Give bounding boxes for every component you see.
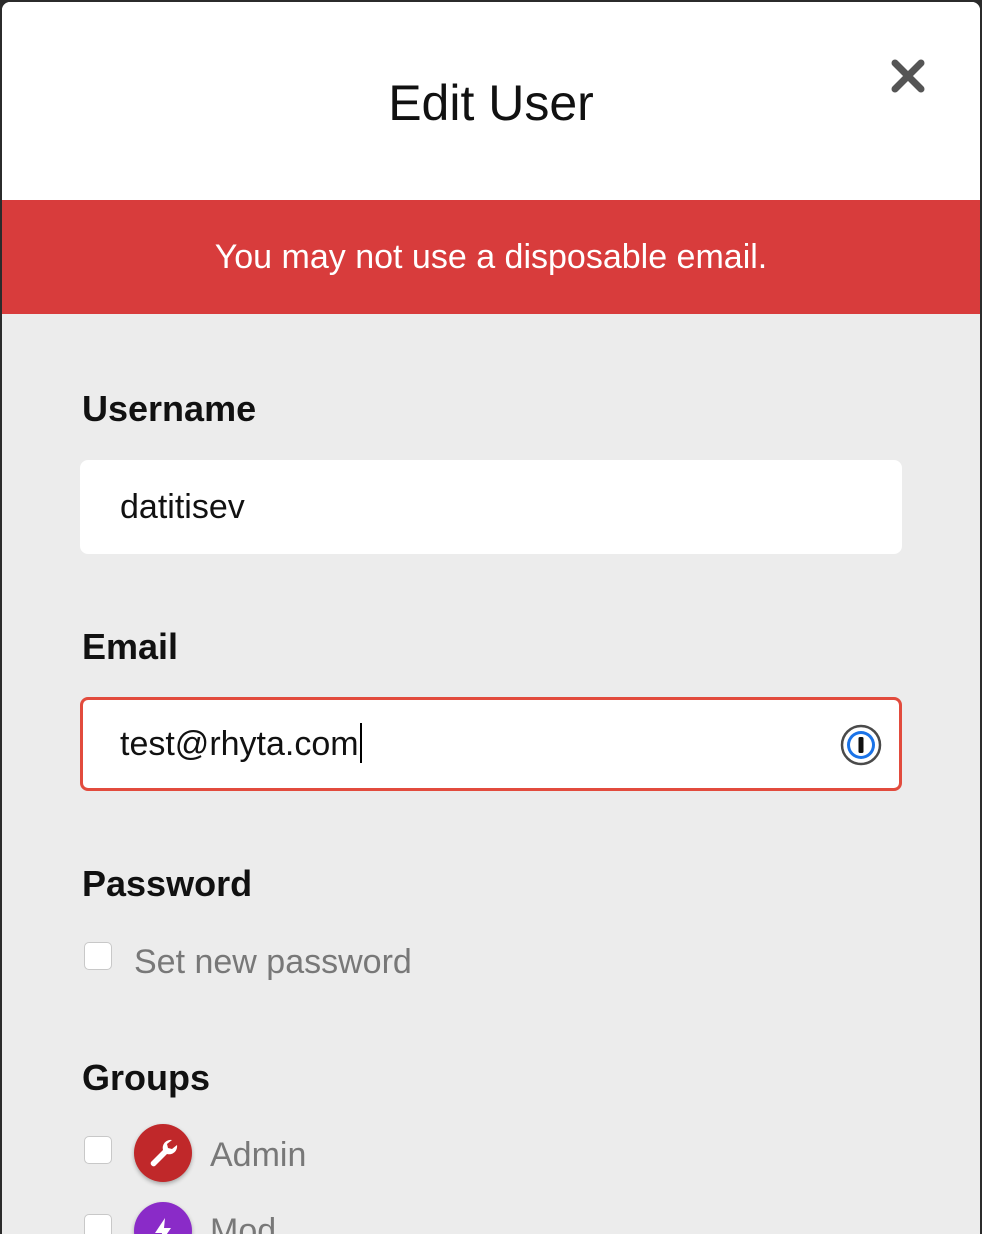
admin-group-badge (134, 1124, 192, 1182)
password-label: Password (82, 863, 253, 904)
wrench-icon (150, 1139, 178, 1167)
group-admin-label[interactable]: Admin (210, 1136, 306, 1175)
mod-group-badge (134, 1202, 192, 1234)
group-mod-label[interactable]: Mod (210, 1212, 276, 1234)
close-icon (891, 59, 925, 93)
username-input[interactable]: datitisev (80, 460, 902, 554)
error-message: You may not use a disposable email. (214, 238, 768, 276)
set-new-password-checkbox[interactable] (84, 942, 112, 970)
modal-title: Edit User (388, 75, 594, 131)
group-mod-checkbox[interactable] (84, 1214, 112, 1234)
username-label: Username (82, 388, 257, 429)
groups-label: Groups (82, 1057, 211, 1098)
set-new-password-label[interactable]: Set new password (134, 943, 412, 982)
edit-user-modal: Edit User You may not use a disposable e… (2, 2, 980, 1234)
group-admin-checkbox[interactable] (84, 1136, 112, 1164)
bolt-icon (155, 1218, 171, 1234)
password-manager-icon (840, 724, 882, 766)
username-value: datitisev (120, 488, 245, 526)
modal-header: Edit User (2, 2, 980, 200)
email-value: test@rhyta.com (120, 725, 359, 763)
text-cursor (359, 723, 362, 763)
close-button[interactable] (886, 54, 930, 98)
password-manager-button[interactable] (840, 724, 882, 766)
email-label: Email (82, 626, 179, 667)
error-alert: You may not use a disposable email. (2, 200, 980, 314)
email-input[interactable]: test@rhyta.com (80, 697, 902, 791)
